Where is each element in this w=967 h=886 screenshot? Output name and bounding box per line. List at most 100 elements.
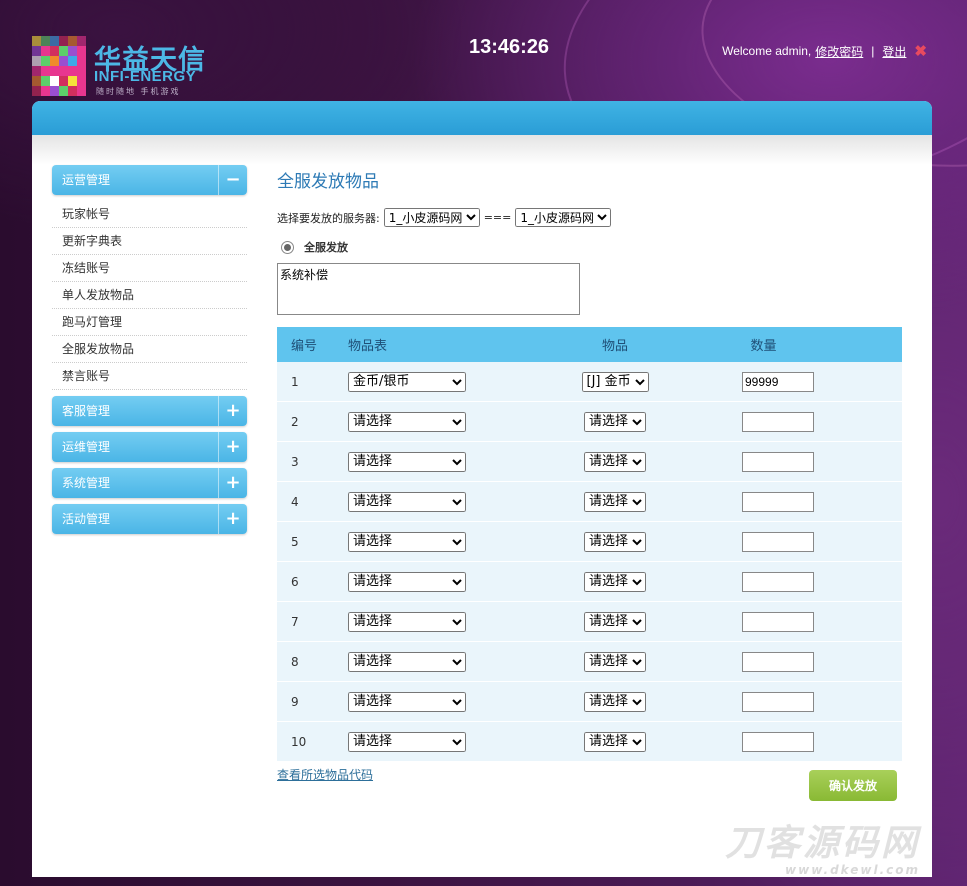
item-table-select[interactable]: 请选择 (348, 651, 466, 672)
server-from-select[interactable]: 1_小皮源码网 (383, 208, 480, 227)
expand-icon[interactable]: + (218, 396, 247, 426)
radio-icon[interactable] (281, 240, 294, 254)
item-table-select[interactable]: 请选择 (348, 571, 466, 592)
quantity-input[interactable] (742, 611, 814, 632)
table-row: 8 请选择 请选择 (277, 641, 902, 682)
sidebar-group-system[interactable]: 系统管理 + (52, 468, 247, 498)
col-qty: 数量 (696, 327, 902, 362)
quantity-input[interactable] (742, 691, 814, 712)
expand-icon[interactable]: + (218, 432, 247, 462)
logo-title-en: INFI-ENERGY (94, 68, 197, 85)
content-panel: 运营管理 − 玩家帐号 更新字典表 冻结账号 单人发放物品 跑马灯管理 全服发放… (32, 101, 932, 877)
sidebar-item-mute-account[interactable]: 禁言账号 (52, 363, 247, 390)
welcome-text: Welcome admin, (722, 44, 812, 58)
items-table: 编号 物品表 物品 数量 1金币/银币[J] 金币2请选择请选择3请选择请选择4… (277, 327, 902, 762)
logo-slogan: 随时随地 手机游戏 (96, 87, 181, 96)
item-select[interactable]: 请选择 (584, 571, 646, 592)
col-item: 物品 (534, 327, 696, 362)
sidebar-group-label: 系统管理 (62, 476, 111, 490)
quantity-input[interactable] (742, 451, 814, 472)
sidebar-group-label: 运维管理 (62, 440, 111, 454)
item-table-select[interactable]: 请选择 (348, 691, 466, 712)
row-number: 10 (277, 721, 338, 762)
clock: 13:46:26 (469, 36, 550, 58)
logout-link[interactable]: 登出 (882, 43, 906, 60)
sidebar-group-operations[interactable]: 运营管理 − (52, 165, 247, 195)
view-item-codes-link[interactable]: 查看所选物品代码 (277, 766, 373, 783)
row-number: 3 (277, 441, 338, 482)
expand-icon[interactable]: + (218, 468, 247, 498)
sidebar-group-label: 活动管理 (62, 512, 111, 526)
collapse-icon[interactable]: − (218, 165, 247, 195)
sidebar-group-label: 运营管理 (62, 173, 111, 187)
sidebar-group-customer-service[interactable]: 客服管理 + (52, 396, 247, 426)
table-row: 3 请选择 请选择 (277, 441, 902, 482)
watermark-cn: 刀客源码网 (724, 823, 920, 864)
table-header-row: 编号 物品表 物品 数量 (277, 327, 902, 362)
item-table-select[interactable]: 请选择 (348, 731, 466, 752)
table-row: 1 金币/银币 [J] 金币 (277, 362, 902, 402)
sidebar-item-marquee[interactable]: 跑马灯管理 (52, 309, 247, 336)
row-number: 5 (277, 521, 338, 562)
item-select[interactable]: 请选择 (584, 731, 646, 752)
row-number: 8 (277, 641, 338, 682)
sidebar-item-player-accounts[interactable]: 玩家帐号 (52, 201, 247, 228)
sidebar-item-server-grant[interactable]: 全服发放物品 (52, 336, 247, 363)
item-select[interactable]: 请选择 (584, 691, 646, 712)
item-select[interactable]: 请选择 (584, 491, 646, 512)
grant-all-radio[interactable]: 全服发放 (281, 239, 903, 255)
server-label: 选择要发放的服务器: (277, 211, 380, 225)
sidebar-item-update-dictionary[interactable]: 更新字典表 (52, 228, 247, 255)
table-row: 5 请选择 请选择 (277, 521, 902, 562)
item-table-select[interactable]: 请选择 (348, 531, 466, 552)
item-table-select[interactable]: 请选择 (348, 451, 466, 472)
sidebar-item-freeze-account[interactable]: 冻结账号 (52, 255, 247, 282)
page-title: 全服发放物品 (277, 172, 379, 192)
item-select[interactable]: 请选择 (584, 451, 646, 472)
table-row: 10 请选择 请选择 (277, 721, 902, 762)
table-row: 9 请选择 请选择 (277, 681, 902, 722)
sidebar: 运营管理 − 玩家帐号 更新字典表 冻结账号 单人发放物品 跑马灯管理 全服发放… (52, 165, 247, 540)
item-select[interactable]: 请选择 (584, 611, 646, 632)
server-selector: 选择要发放的服务器: 1_小皮源码网 === 1_小皮源码网 (277, 208, 903, 227)
quantity-input[interactable] (742, 371, 814, 392)
item-select[interactable]: 请选择 (584, 531, 646, 552)
main-content: 全服发放物品 选择要发放的服务器: 1_小皮源码网 === 1_小皮源码网 全服… (277, 165, 903, 801)
item-table-select[interactable]: 请选择 (348, 611, 466, 632)
close-icon[interactable]: ✖ (914, 42, 927, 60)
quantity-input[interactable] (742, 571, 814, 592)
sidebar-item-single-grant[interactable]: 单人发放物品 (52, 282, 247, 309)
table-row: 2 请选择 请选择 (277, 401, 902, 442)
sidebar-group-maintenance[interactable]: 运维管理 + (52, 432, 247, 462)
table-row: 7 请选择 请选择 (277, 601, 902, 642)
item-table-select[interactable]: 金币/银币 (348, 371, 466, 392)
quantity-input[interactable] (742, 491, 814, 512)
table-row: 6 请选择 请选择 (277, 561, 902, 602)
server-to-select[interactable]: 1_小皮源码网 (515, 208, 612, 227)
expand-icon[interactable]: + (218, 504, 247, 534)
confirm-grant-button[interactable]: 确认发放 (809, 770, 897, 801)
quantity-input[interactable] (742, 731, 814, 752)
change-password-link[interactable]: 修改密码 (815, 43, 863, 60)
grant-all-label: 全服发放 (304, 241, 348, 254)
item-select[interactable]: 请选择 (584, 411, 646, 432)
row-number: 9 (277, 681, 338, 722)
sidebar-group-events[interactable]: 活动管理 + (52, 504, 247, 534)
item-table-select[interactable]: 请选择 (348, 491, 466, 512)
row-number: 6 (277, 561, 338, 602)
row-number: 2 (277, 401, 338, 442)
row-number: 4 (277, 481, 338, 522)
logo: 华益天信 INFI-ENERGY 随时随地 手机游戏 (32, 36, 212, 98)
quantity-input[interactable] (742, 531, 814, 552)
watermark: 刀客源码网 www.dkewl.com (724, 823, 920, 878)
item-select[interactable]: 请选择 (584, 651, 646, 672)
quantity-input[interactable] (742, 651, 814, 672)
quantity-input[interactable] (742, 411, 814, 432)
item-table-select[interactable]: 请选择 (348, 411, 466, 432)
user-bar: Welcome admin, 修改密码 | 登出 ✖ (722, 42, 927, 60)
panel-header-band (32, 101, 932, 135)
message-textarea[interactable]: 系统补偿 (277, 263, 580, 315)
row-number: 7 (277, 601, 338, 642)
table-row: 4 请选择 请选择 (277, 481, 902, 522)
item-select[interactable]: [J] 金币 (581, 371, 649, 392)
